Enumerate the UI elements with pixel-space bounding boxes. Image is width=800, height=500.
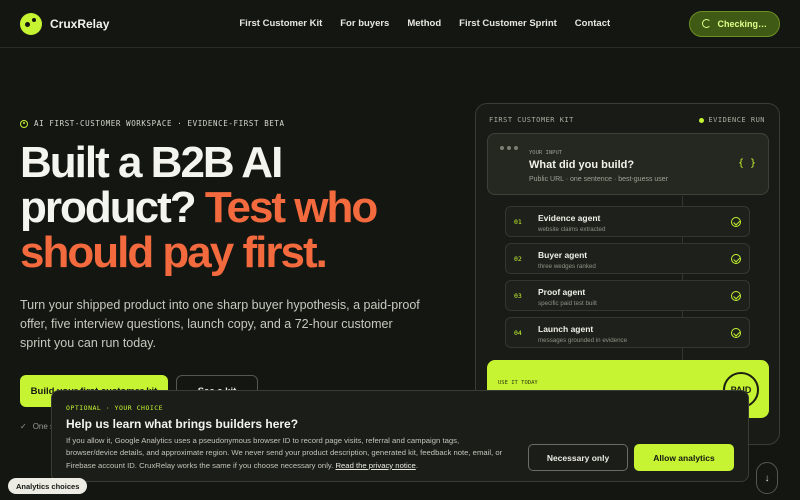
consent-text: If you allow it, Google Analytics uses a… [66,435,511,472]
hero-subtext: Turn your shipped product into one sharp… [20,298,420,350]
brand-mark-icon [20,12,42,35]
consent-suffix: . [415,460,418,470]
agent-name: Evidence agent [538,213,601,223]
agent-description: website claims extracted [538,226,606,233]
agent-card-proof: 03 Proof agent specific paid test built [505,280,750,311]
nav-link-first-customer-sprint[interactable]: First Customer Sprint [459,18,557,29]
check-circle-icon [731,291,741,301]
hero-eyebrow-text: AI FIRST-CUSTOMER WORKSPACE · EVIDENCE-F… [34,119,285,128]
panel-title: FIRST CUSTOMER KIT [489,116,574,124]
agent-number: 02 [514,255,522,263]
check-circle-icon [731,254,741,264]
scroll-down-icon[interactable]: ↓ [756,462,778,494]
necessary-only-button[interactable]: Necessary only [528,444,628,471]
brand-logo[interactable]: CruxRelay [20,12,110,35]
input-description: Public URL · one sentence · best-guess u… [529,176,669,183]
analytics-consent-banner: OPTIONAL · YOUR CHOICE Help us learn wha… [51,390,749,482]
panel-status-text: EVIDENCE RUN [708,116,765,124]
agent-name: Launch agent [538,324,594,334]
consent-body: If you allow it, Google Analytics uses a… [66,436,503,470]
agent-number: 04 [514,329,522,337]
check-circle-icon [731,328,741,338]
agent-description: specific paid test built [538,300,597,307]
window-dots-icon [500,146,518,150]
agent-name: Proof agent [538,287,586,297]
consent-buttons: Necessary only Allow analytics [528,444,734,471]
headline-line-1: Built a B2B AI [20,138,283,187]
headline-line-2: product? [20,183,205,232]
nav-link-contact[interactable]: Contact [575,18,610,29]
consent-eyebrow: OPTIONAL · YOUR CHOICE [66,404,164,412]
nav-link-first-customer-kit[interactable]: First Customer Kit [239,18,322,29]
agent-description: messages grounded in evidence [538,337,628,344]
target-icon [20,119,28,128]
agent-card-launch: 04 Launch agent messages grounded in evi… [505,317,750,348]
agent-number: 01 [514,218,522,226]
input-title: What did you build? [529,159,635,171]
panel-header: FIRST CUSTOMER KIT EVIDENCE RUN [489,116,765,124]
loading-spinner-icon [702,19,712,28]
hero-eyebrow: AI FIRST-CUSTOMER WORKSPACE · EVIDENCE-F… [20,119,285,128]
use-it-today-label: USE IT TODAY [498,380,538,386]
agent-name: Buyer agent [538,250,588,260]
nav-links: First Customer Kit For buyers Method Fir… [239,18,610,29]
top-nav: CruxRelay First Customer Kit For buyers … [0,0,800,48]
agent-card-evidence: 01 Evidence agent website claims extract… [505,206,750,237]
agent-description: three wedges ranked [538,263,596,270]
account-status-button[interactable]: Checking… [689,10,780,37]
page-title: Built a B2B AI product? Test who should … [20,140,440,275]
privacy-notice-link[interactable]: Read the privacy notice [335,461,415,470]
consent-title: Help us learn what brings builders here? [66,417,299,431]
nav-link-for-buyers[interactable]: For buyers [340,18,389,29]
status-dot-icon [699,117,705,123]
check-icon: ✓ [20,422,27,431]
input-card: YOUR INPUT What did you build? Public UR… [487,133,769,195]
analytics-choices-button[interactable]: Analytics choices [8,478,88,494]
headline-accent-1: Test who [204,183,378,232]
headline-accent-2: should pay first. [20,228,328,277]
brand-name: CruxRelay [50,16,110,31]
allow-analytics-button[interactable]: Allow analytics [634,444,734,471]
input-eyebrow: YOUR INPUT [529,150,563,156]
code-braces-icon: { } [737,158,756,169]
agent-number: 03 [514,292,522,300]
check-circle-icon [731,217,741,227]
nav-link-method[interactable]: Method [407,18,441,29]
account-status-label: Checking… [717,18,767,29]
panel-status: EVIDENCE RUN [699,116,765,124]
agent-card-buyer: 02 Buyer agent three wedges ranked [505,243,750,274]
